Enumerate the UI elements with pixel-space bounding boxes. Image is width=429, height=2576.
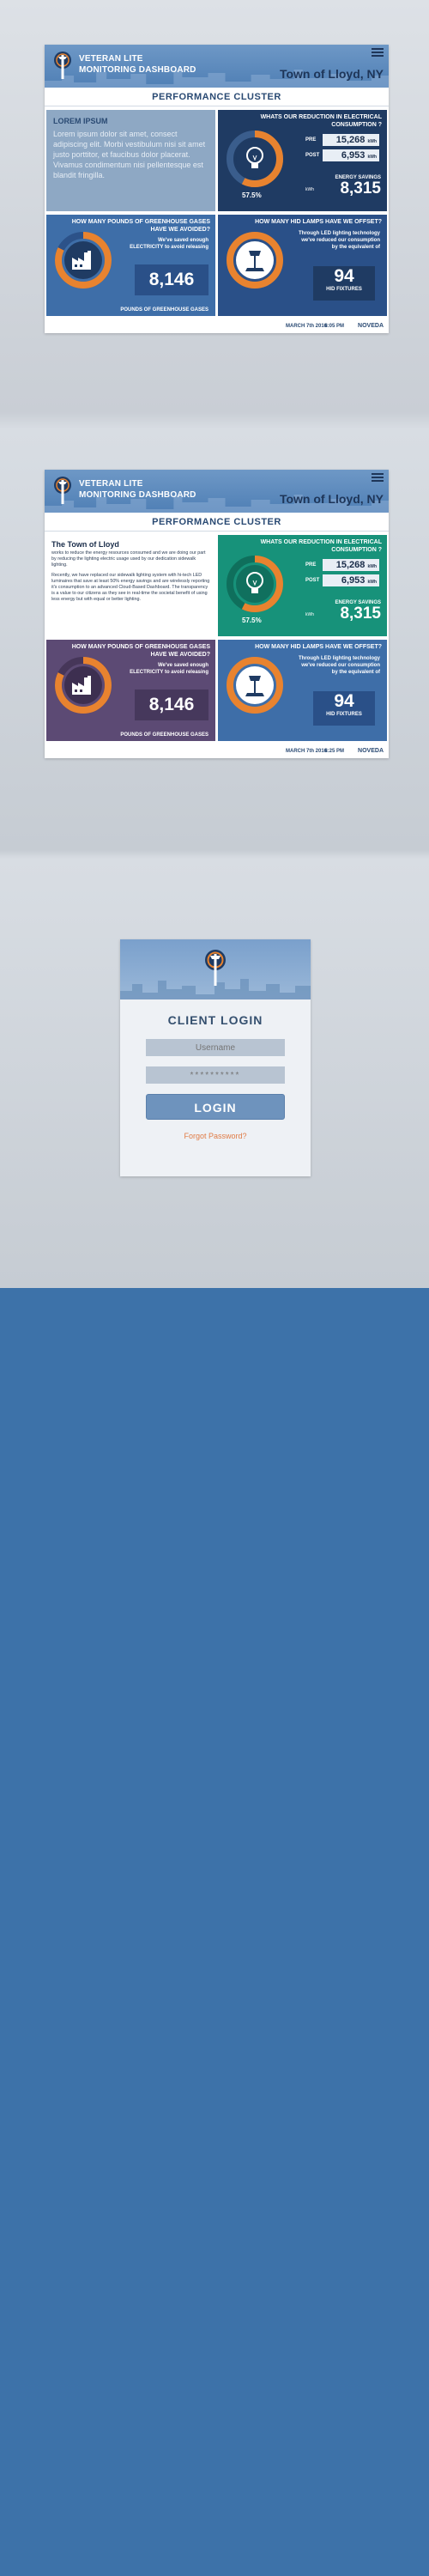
- town-info-text: works to reduce the energy resources con…: [51, 550, 210, 607]
- consumption-title: WHATS OUR REDUCTION IN ELECTRICAL CONSUM…: [260, 539, 382, 553]
- pre-stat: PRE 15,268 kWh: [304, 134, 381, 146]
- pre-stat: PRE 15,268 kWh: [304, 559, 381, 571]
- lamps-label: HID FIXTURES: [326, 712, 362, 717]
- greenhouse-value: 8,146: [135, 264, 208, 295]
- town-info-para-2: Recently, we have replaced our sidewalk …: [51, 573, 210, 602]
- greenhouse-ring: [55, 657, 112, 714]
- login-card: CLIENT LOGIN LOGIN Forgot Password?: [120, 939, 311, 1176]
- username-input[interactable]: [146, 1039, 285, 1056]
- greenhouse-footer: POUNDS OF GREENHOUSE GASES: [120, 732, 208, 738]
- cluster-title: PERFORMANCE CLUSTER: [45, 513, 389, 532]
- pre-value: 15,268 kWh: [323, 559, 379, 571]
- pre-value: 15,268 kWh: [323, 134, 379, 146]
- pre-label: PRE: [305, 137, 317, 143]
- panel-grid: The Town of Lloyd works to reduce the en…: [45, 533, 389, 744]
- consumption-percent: 57.5%: [242, 191, 262, 199]
- streetlight-logo-icon: [54, 52, 71, 79]
- lamps-sub: Through LED lighting technology we've re…: [299, 656, 380, 675]
- lamps-value: 94: [334, 266, 354, 286]
- app-title: VETERAN LITE MONITORING DASHBOARD: [79, 53, 196, 76]
- energy-value: 8,315: [340, 179, 381, 197]
- energy-value: 8,315: [340, 605, 381, 623]
- lorem-panel: LOREM IPSUM Lorem ipsum dolor sit amet, …: [46, 110, 215, 211]
- pre-label: PRE: [305, 562, 317, 568]
- post-stat: POST 6,953 kWh: [304, 149, 381, 161]
- energy-unit: kWh: [305, 187, 314, 192]
- login-header: [120, 939, 311, 999]
- cluster-title: PERFORMANCE CLUSTER: [45, 88, 389, 106]
- footer-time: 8:25 PM: [324, 749, 344, 754]
- footer-date: MARCH 7th 2016: [285, 324, 327, 329]
- title-line-2: MONITORING DASHBOARD: [79, 65, 196, 75]
- greenhouse-value: 8,146: [135, 690, 208, 720]
- streetlight-logo-icon: [54, 477, 71, 504]
- lamps-sub: Through LED lighting technology we've re…: [299, 231, 380, 250]
- lamps-value-box: 94 HID FIXTURES: [313, 691, 375, 726]
- lamps-ring: [227, 657, 283, 714]
- login-title: CLIENT LOGIN: [167, 1013, 263, 1027]
- dashboard-header: VETERAN LITE MONITORING DASHBOARD Town o…: [45, 470, 389, 513]
- post-label: POST: [305, 153, 320, 158]
- lamps-title: HOW MANY HID LAMPS HAVE WE OFFSET?: [255, 219, 382, 225]
- title-line-1: VETERAN LITE: [79, 54, 143, 64]
- brand-logo: NOVEDA: [358, 323, 384, 329]
- post-label: POST: [305, 578, 320, 583]
- lamps-label: HID FIXTURES: [326, 287, 362, 292]
- dashboard-screen-1: VETERAN LITE MONITORING DASHBOARD Town o…: [0, 0, 429, 425]
- greenhouse-footer: POUNDS OF GREENHOUSE GASES: [120, 307, 208, 313]
- lorem-title: LOREM IPSUM: [53, 117, 108, 125]
- town-info-title: The Town of Lloyd: [51, 540, 119, 549]
- greenhouse-panel: HOW MANY POUNDS OF GREENHOUSE GASES HAVE…: [46, 640, 215, 741]
- streetlight-logo-icon: [205, 950, 226, 986]
- blue-background-area: [0, 1288, 429, 2576]
- greenhouse-sub: We've saved enough ELECTRICITY to avoid …: [130, 663, 208, 675]
- login-screen: CLIENT LOGIN LOGIN Forgot Password?: [0, 859, 429, 1288]
- app-title: VETERAN LITE MONITORING DASHBOARD: [79, 478, 196, 501]
- lamps-ring: [227, 232, 283, 289]
- footer-time: 8:05 PM: [324, 324, 344, 329]
- login-button[interactable]: LOGIN: [146, 1094, 285, 1120]
- consumption-title: WHATS OUR REDUCTION IN ELECTRICAL CONSUM…: [260, 114, 382, 128]
- lamps-panel: HOW MANY HID LAMPS HAVE WE OFFSET? Throu…: [218, 215, 387, 316]
- title-line-1: VETERAN LITE: [79, 479, 143, 489]
- lamps-value-box: 94 HID FIXTURES: [313, 266, 375, 301]
- footer-date: MARCH 7th 2016: [285, 749, 327, 754]
- post-value: 6,953 kWh: [323, 574, 379, 586]
- brand-logo: NOVEDA: [358, 748, 384, 754]
- hamburger-menu-icon[interactable]: [372, 48, 384, 58]
- energy-savings: ENERGY SAVINGS kWh 8,315: [304, 600, 381, 623]
- dashboard-header: VETERAN LITE MONITORING DASHBOARD Town o…: [45, 45, 389, 88]
- lamps-title: HOW MANY HID LAMPS HAVE WE OFFSET?: [255, 644, 382, 650]
- forgot-password-link[interactable]: Forgot Password?: [120, 1132, 311, 1140]
- lamps-panel: HOW MANY HID LAMPS HAVE WE OFFSET? Throu…: [218, 640, 387, 741]
- post-stat: POST 6,953 kWh: [304, 574, 381, 586]
- consumption-percent: 57.5%: [242, 617, 262, 624]
- dashboard-footer: MARCH 7th 2016 8:05 PM NOVEDA: [45, 321, 389, 333]
- consumption-panel: WHATS OUR REDUCTION IN ELECTRICAL CONSUM…: [218, 535, 387, 636]
- consumption-ring-chart: [227, 556, 283, 612]
- panel-grid: LOREM IPSUM Lorem ipsum dolor sit amet, …: [45, 108, 389, 319]
- lorem-text: Lorem ipsum dolor sit amet, consect adip…: [53, 130, 206, 179]
- dashboard-card: VETERAN LITE MONITORING DASHBOARD Town o…: [45, 470, 389, 758]
- town-name: Town of Lloyd, NY: [279, 492, 384, 506]
- consumption-panel: WHATS OUR REDUCTION IN ELECTRICAL CONSUM…: [218, 110, 387, 211]
- energy-savings: ENERGY SAVINGS kWh 8,315: [304, 175, 381, 197]
- greenhouse-sub: We've saved enough ELECTRICITY to avoid …: [130, 238, 208, 250]
- town-info-para-1: works to reduce the energy resources con…: [51, 550, 206, 568]
- town-name: Town of Lloyd, NY: [279, 67, 384, 81]
- password-input[interactable]: [146, 1066, 285, 1084]
- greenhouse-ring: [55, 232, 112, 289]
- lamps-value: 94: [334, 691, 354, 711]
- title-line-2: MONITORING DASHBOARD: [79, 490, 196, 500]
- consumption-ring-chart: [227, 131, 283, 187]
- post-value: 6,953 kWh: [323, 149, 379, 161]
- dashboard-card: VETERAN LITE MONITORING DASHBOARD Town o…: [45, 45, 389, 333]
- hamburger-menu-icon[interactable]: [372, 473, 384, 483]
- town-info-panel: The Town of Lloyd works to reduce the en…: [46, 535, 215, 636]
- energy-unit: kWh: [305, 612, 314, 617]
- greenhouse-panel: HOW MANY POUNDS OF GREENHOUSE GASES HAVE…: [46, 215, 215, 316]
- dashboard-footer: MARCH 7th 2016 8:25 PM NOVEDA: [45, 746, 389, 758]
- dashboard-screen-2: VETERAN LITE MONITORING DASHBOARD Town o…: [0, 425, 429, 859]
